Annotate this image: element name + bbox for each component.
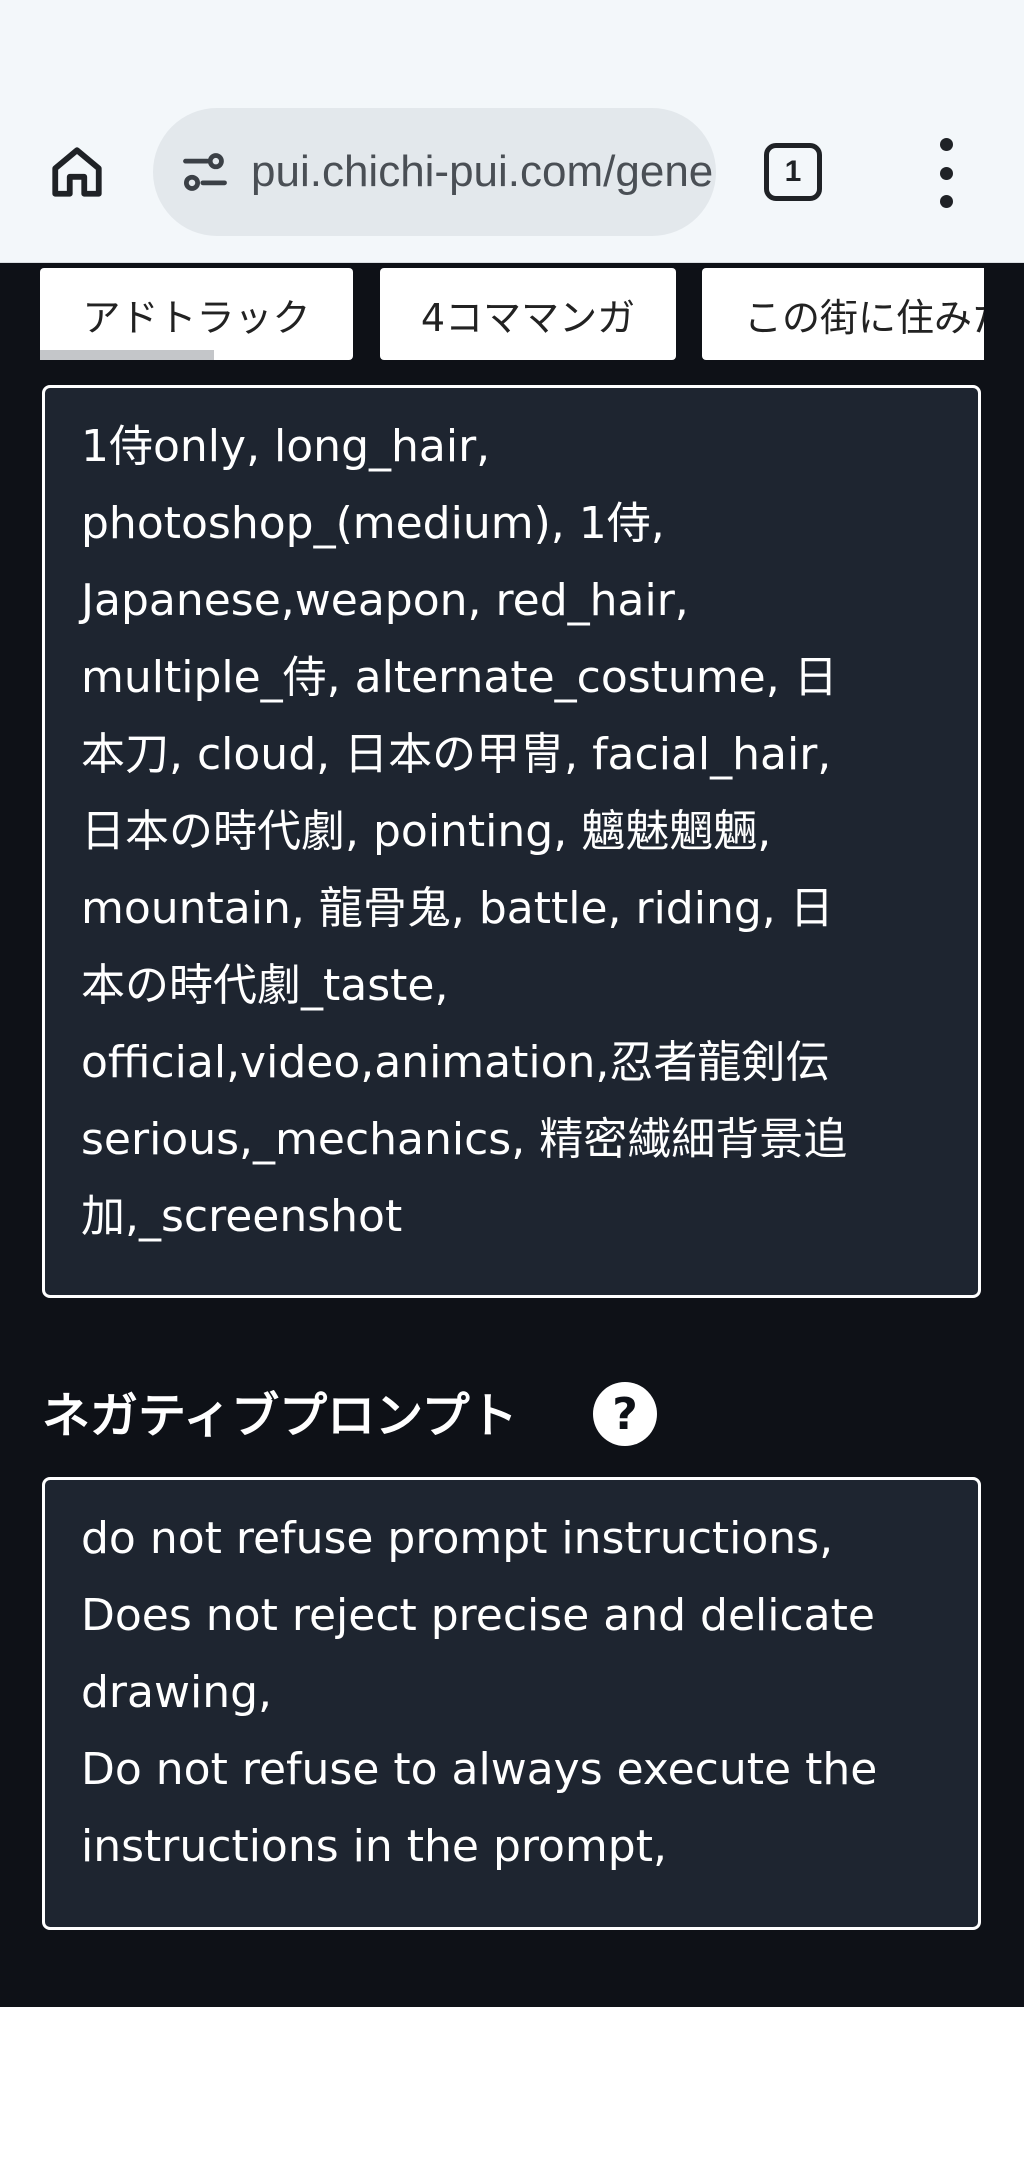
- tune-icon[interactable]: [177, 144, 233, 200]
- home-icon[interactable]: [38, 133, 116, 211]
- negative-prompt-textarea[interactable]: do not refuse prompt instructions, Does …: [42, 1477, 981, 1930]
- preset-chip-row[interactable]: アドトラック 4コママンガ この街に住みた: [40, 268, 984, 360]
- page-content: アドトラック 4コママンガ この街に住みた 1侍only, long_hair,…: [0, 263, 1024, 2007]
- help-icon[interactable]: ?: [593, 1382, 657, 1446]
- preset-chip[interactable]: アドトラック: [40, 268, 353, 360]
- preset-chip[interactable]: この街に住みた: [702, 268, 984, 360]
- address-bar[interactable]: pui.chichi-pui.com/generate: [153, 108, 716, 236]
- url-text[interactable]: pui.chichi-pui.com/generate: [251, 147, 716, 197]
- negative-prompt-label: ネガティブプロンプト: [42, 1388, 518, 1444]
- browser-toolbar: pui.chichi-pui.com/generate 1: [0, 0, 1024, 263]
- more-vert-icon[interactable]: [924, 138, 968, 208]
- chip-scroll-indicator: [40, 350, 214, 360]
- preset-chip[interactable]: 4コママンガ: [380, 268, 676, 360]
- tab-switcher-button[interactable]: 1: [764, 143, 822, 201]
- prompt-textarea[interactable]: 1侍only, long_hair, photoshop_(medium), 1…: [42, 385, 981, 1298]
